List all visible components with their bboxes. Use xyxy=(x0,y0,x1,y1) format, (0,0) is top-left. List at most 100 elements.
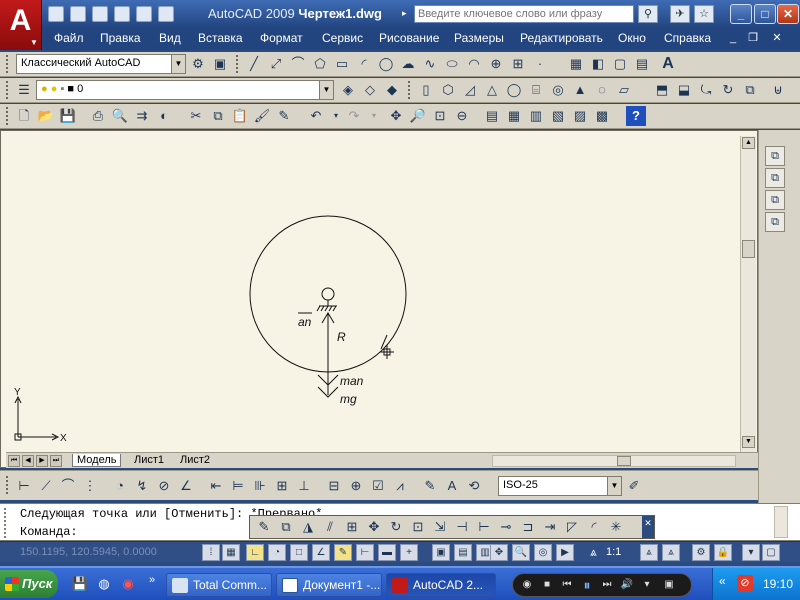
close-button[interactable]: ✕ xyxy=(777,4,799,24)
snap-mode-icon[interactable]: ⁞ xyxy=(202,544,220,561)
antivirus-icon[interactable]: ⊘ xyxy=(737,575,753,591)
menu-draw[interactable]: Рисование xyxy=(379,31,439,45)
horizontal-scroll-thumb[interactable] xyxy=(617,456,631,466)
linear-dim-icon[interactable]: ⊢ xyxy=(14,476,34,496)
tab-model[interactable]: Модель xyxy=(72,454,122,467)
chamfer-icon[interactable]: ◸ xyxy=(562,517,582,537)
close-toolbar-icon[interactable]: ✕ xyxy=(642,516,654,538)
polyline-icon[interactable]: ⌒ xyxy=(288,54,308,74)
erase-icon[interactable]: ✎ xyxy=(254,517,274,537)
save-icon[interactable]: 💾 xyxy=(58,106,78,126)
layer-previous-icon[interactable]: ◇ xyxy=(360,80,380,100)
arc-icon[interactable]: ◜ xyxy=(354,54,374,74)
zoom-previous-icon[interactable]: ⊖ xyxy=(452,106,472,126)
extend-icon[interactable]: ⊢ xyxy=(474,517,494,537)
toolbar-grip[interactable] xyxy=(6,55,10,73)
pause-icon[interactable]: ⏸ xyxy=(579,577,595,593)
dim-edit-icon[interactable]: ✎ xyxy=(420,476,440,496)
layer-states-icon[interactable]: ◆ xyxy=(382,80,402,100)
vertical-scrollbar[interactable]: ▲ ▼ xyxy=(740,136,756,452)
box-icon[interactable]: ⬡ xyxy=(438,80,458,100)
hatch-icon[interactable]: ▦ xyxy=(566,54,586,74)
gradient-icon[interactable]: ◧ xyxy=(588,54,608,74)
toolbar-grip[interactable] xyxy=(408,81,412,99)
jogged-dim-icon[interactable]: ↯ xyxy=(132,476,152,496)
polar-tracking-icon[interactable]: ◔ xyxy=(268,544,286,561)
menu-insert[interactable]: Вставка xyxy=(198,31,243,45)
polysolid-icon[interactable]: ▯ xyxy=(416,80,436,100)
mirror-icon[interactable]: ◮ xyxy=(298,517,318,537)
grid-display-icon[interactable]: ▦ xyxy=(222,544,240,561)
break-icon[interactable]: ⊐ xyxy=(518,517,538,537)
plot-icon[interactable]: ⎙ xyxy=(88,106,108,126)
redo-icon[interactable]: ↷ xyxy=(344,106,364,126)
wedge-icon[interactable]: ◿ xyxy=(460,80,480,100)
tolerance-icon[interactable]: ⊟ xyxy=(324,476,344,496)
planar-surface-icon[interactable]: ▱ xyxy=(614,80,634,100)
block-editor-icon[interactable]: ✎ xyxy=(274,106,294,126)
make-block-icon[interactable]: ⊞ xyxy=(508,54,528,74)
menu-view[interactable]: Вид xyxy=(159,31,181,45)
3d-dwf-icon[interactable]: ◐ xyxy=(154,106,174,126)
quick-launch-expand-icon[interactable]: » xyxy=(142,570,162,590)
scale-icon[interactable]: ⊡ xyxy=(408,517,428,537)
send-under-icon[interactable]: ⧉ xyxy=(765,212,785,232)
doc-close-icon[interactable]: ✕ xyxy=(770,31,784,45)
toolbar-grip[interactable] xyxy=(6,476,10,494)
help-icon[interactable]: ? xyxy=(626,106,646,126)
redo-dropdown-icon[interactable]: ▾ xyxy=(364,106,384,126)
center-mark-icon[interactable]: ⊕ xyxy=(346,476,366,496)
doc-restore-icon[interactable]: ❐ xyxy=(746,31,760,45)
arc-length-icon[interactable]: ⌒ xyxy=(58,476,78,496)
quick-properties-icon[interactable]: + xyxy=(400,544,418,561)
object-snap-tracking-icon[interactable]: ∠ xyxy=(312,544,330,561)
dim-break-icon[interactable]: ⊥ xyxy=(294,476,314,496)
bring-above-icon[interactable]: ⧉ xyxy=(765,190,785,210)
clean-screen-icon[interactable]: ▢ xyxy=(762,544,780,561)
jogged-linear-icon[interactable]: ⩘ xyxy=(390,476,410,496)
line-icon[interactable]: ╱ xyxy=(244,54,264,74)
quick-launch-ie-icon[interactable]: ◍ xyxy=(94,574,114,594)
ortho-mode-icon[interactable]: ∟ xyxy=(246,544,264,561)
dim-space-icon[interactable]: ⊞ xyxy=(272,476,292,496)
last-tab-icon[interactable]: ⏭ xyxy=(50,455,62,467)
lineweight-icon[interactable]: ▬ xyxy=(378,544,396,561)
quick-launch-save-icon[interactable]: 💾 xyxy=(70,574,90,594)
app-menu-logo[interactable]: A ▼ xyxy=(0,0,42,50)
communication-center-icon[interactable]: ✈ xyxy=(670,5,690,23)
cut-icon[interactable]: ✂ xyxy=(186,106,206,126)
print-icon[interactable] xyxy=(114,6,130,22)
pan-realtime-icon[interactable]: ✥ xyxy=(386,106,406,126)
layer-select[interactable]: ● ● ▪ ■ 0 ▼ xyxy=(36,80,334,100)
sheet-set-manager-icon[interactable]: ▧ xyxy=(548,106,568,126)
revision-cloud-icon[interactable]: ☁ xyxy=(398,54,418,74)
menu-modify[interactable]: Редактировать xyxy=(520,31,603,45)
steering-wheel-icon[interactable]: ◎ xyxy=(534,544,552,561)
design-center-icon[interactable]: ▦ xyxy=(504,106,524,126)
layer-properties-icon[interactable]: ☰ xyxy=(14,80,34,100)
ellipse-arc-icon[interactable]: ◠ xyxy=(464,54,484,74)
sphere-icon[interactable]: ◯ xyxy=(504,80,524,100)
command-line-grip[interactable] xyxy=(4,508,14,538)
loft-icon[interactable]: ⧉ xyxy=(740,80,760,100)
trim-icon[interactable]: ⊣ xyxy=(452,517,472,537)
cone-icon[interactable]: △ xyxy=(482,80,502,100)
customize-icon[interactable]: ▣ xyxy=(210,54,230,74)
publish-icon[interactable]: ⇉ xyxy=(132,106,152,126)
menu-file[interactable]: Файл xyxy=(54,31,84,45)
search-input[interactable] xyxy=(414,5,634,23)
diameter-dim-icon[interactable]: ⊘ xyxy=(154,476,174,496)
coordinates-display[interactable]: 150.1195, 120.5945, 0.0000 xyxy=(20,546,157,558)
menu-tools[interactable]: Сервис xyxy=(322,31,363,45)
circle-icon[interactable]: ◯ xyxy=(376,54,396,74)
rotate-icon[interactable]: ↻ xyxy=(386,517,406,537)
baseline-dim-icon[interactable]: ⊨ xyxy=(228,476,248,496)
angular-dim-icon[interactable]: ∠ xyxy=(176,476,196,496)
undo-dropdown-icon[interactable]: ▾ xyxy=(326,106,346,126)
dimension-style-icon[interactable]: ✐ xyxy=(624,476,644,496)
toolbar-grip[interactable] xyxy=(6,81,10,99)
copy-icon[interactable]: ⧉ xyxy=(208,106,228,126)
dim-update-icon[interactable]: ⟲ xyxy=(464,476,484,496)
break-point-icon[interactable]: ⊸ xyxy=(496,517,516,537)
spline-icon[interactable]: ∿ xyxy=(420,54,440,74)
